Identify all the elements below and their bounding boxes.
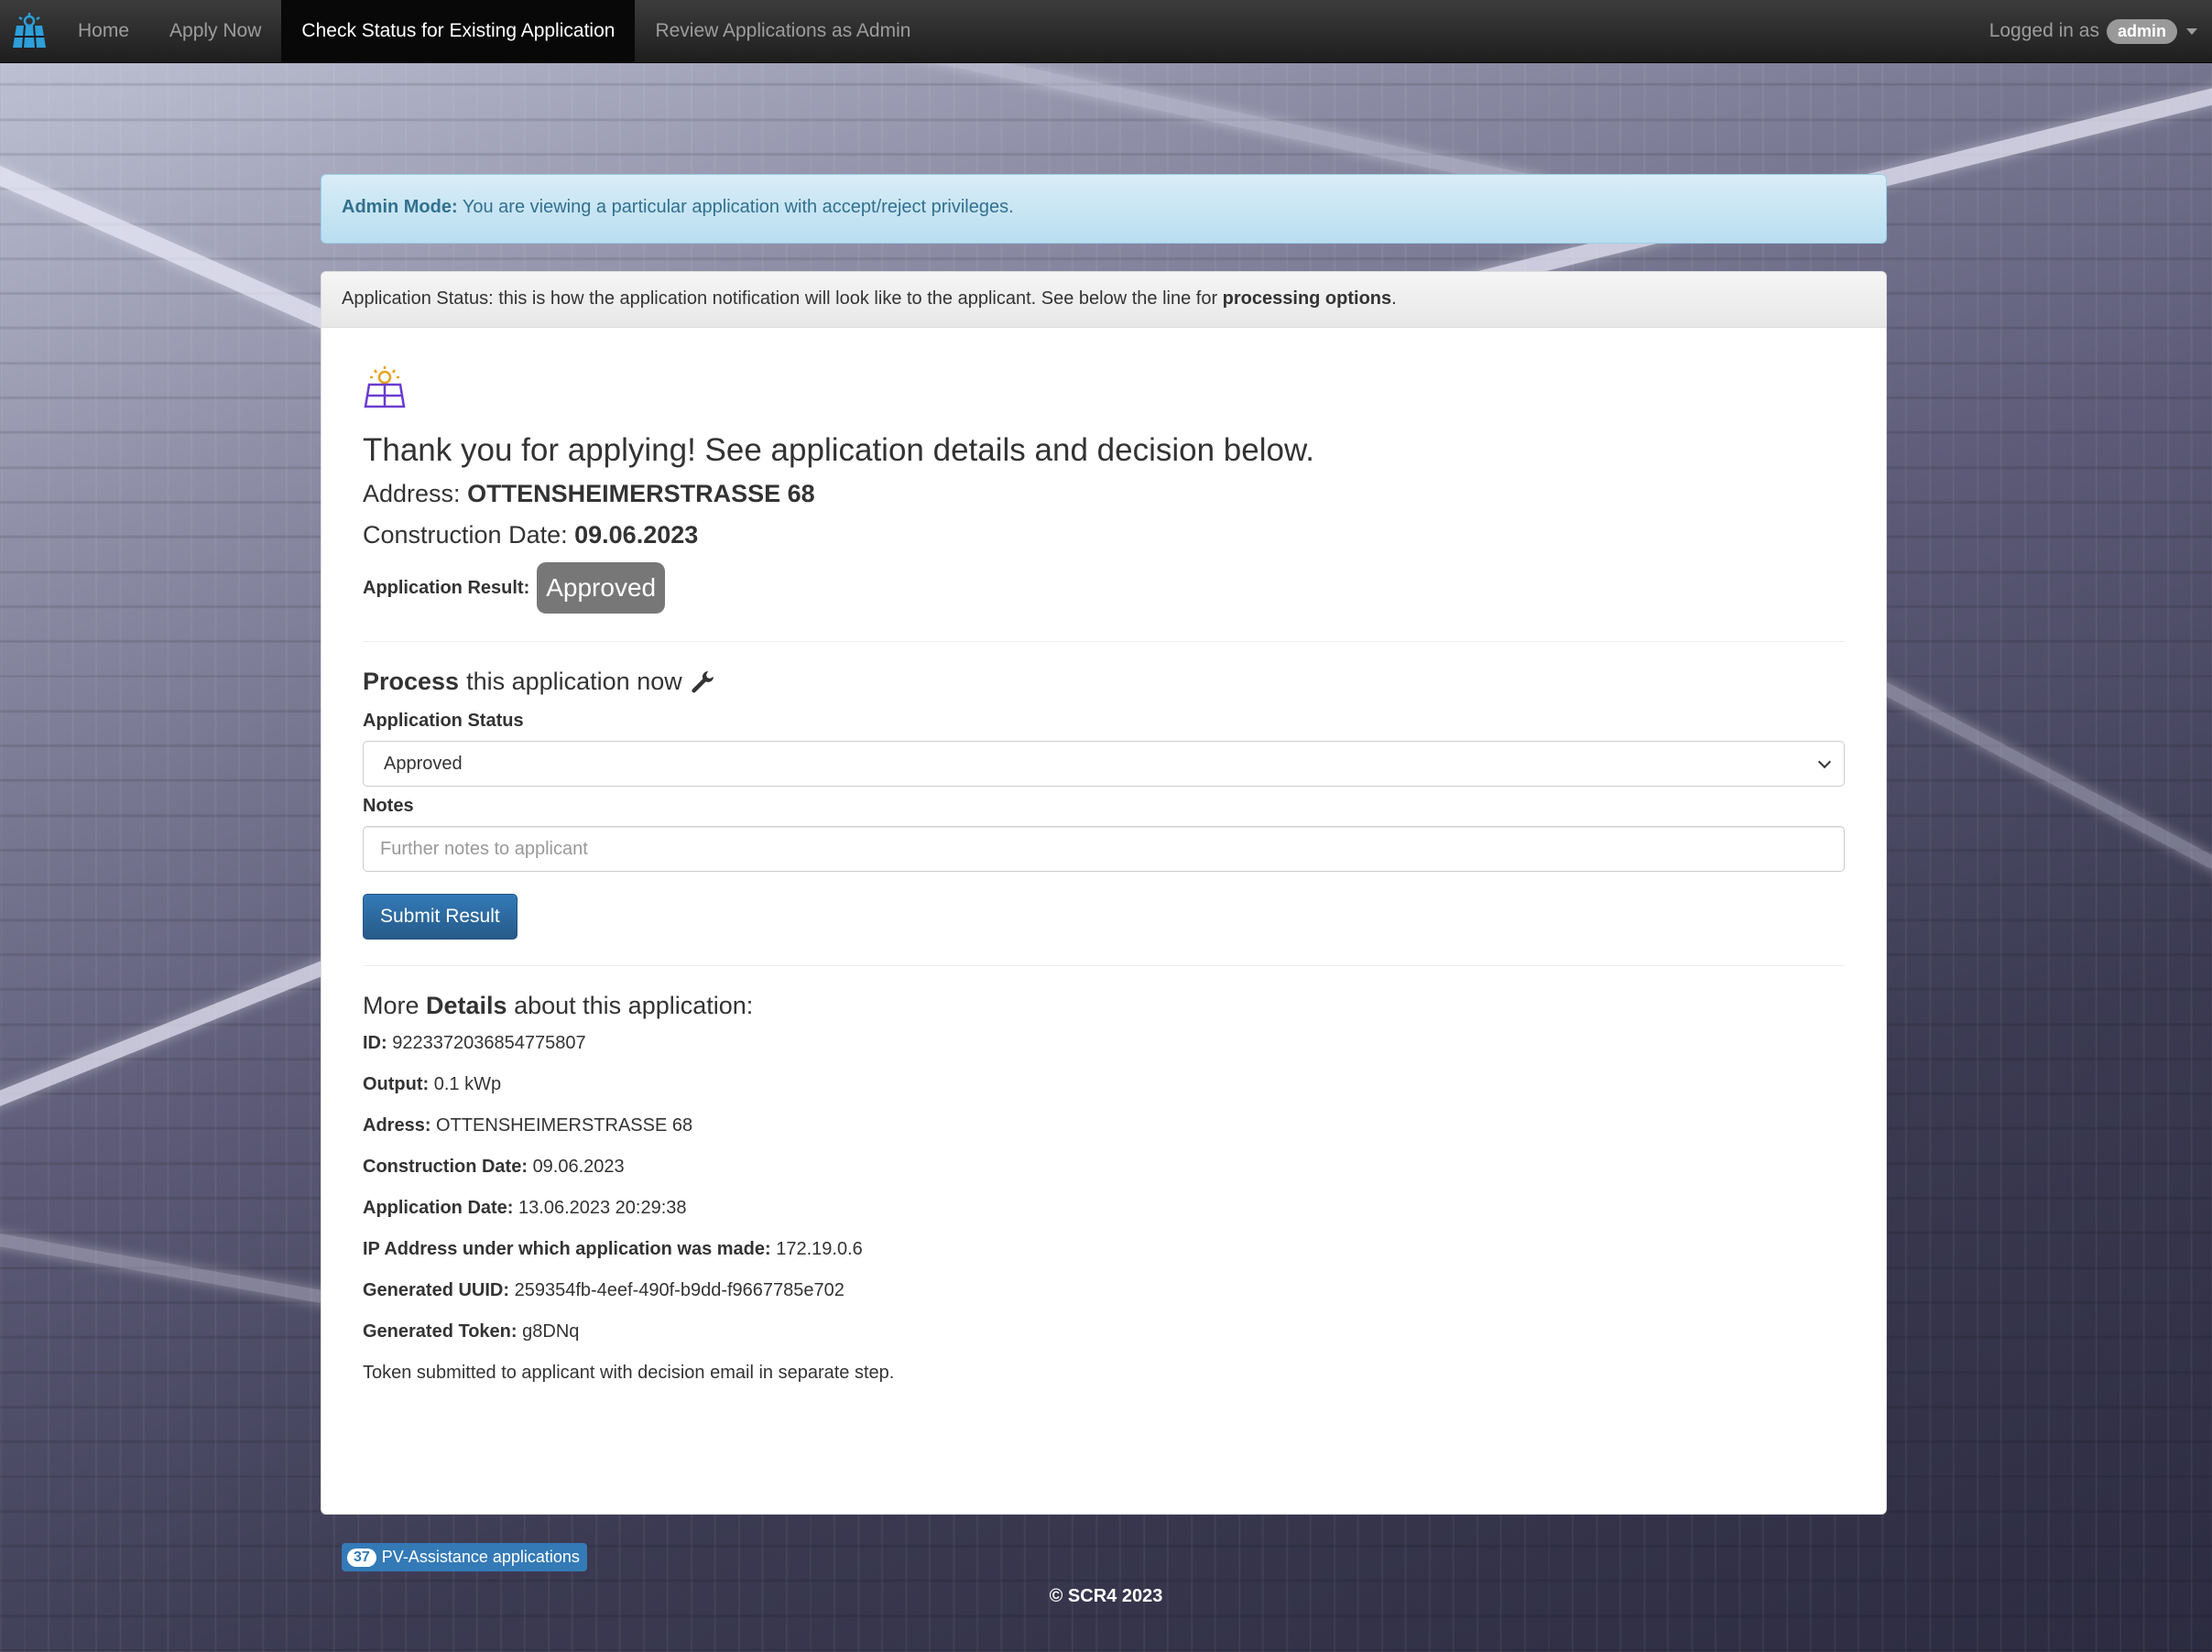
detail-row-token: Generated Token: g8DNq [363,1321,1845,1342]
process-title-rest: this application now [466,668,682,695]
divider [363,965,1845,966]
detail-row-uuid: Generated UUID: 259354fb-4eef-490f-b9dd-… [363,1280,1845,1301]
alert-strong: Admin Mode: [342,197,458,217]
submit-result-button[interactable]: Submit Result [363,894,518,940]
detail-row-application-date: Application Date: 13.06.2023 20:29:38 [363,1198,1845,1219]
detail-value: OTTENSHEIMERSTRASSE 68 [436,1115,693,1136]
nav-check-status[interactable]: Check Status for Existing Application [281,0,636,62]
details-title-bold: Details [426,992,507,1019]
detail-label: Application Date: [363,1198,514,1218]
detail-value: 09.06.2023 [532,1157,625,1177]
notes-label: Notes [363,796,414,816]
solar-panel-sun-icon [364,366,406,408]
process-title: Process this application now [363,668,1845,696]
user-menu[interactable]: Logged in as admin [1989,0,2212,62]
construction-label: Construction Date: [363,521,568,549]
detail-value: 259354fb-4eef-490f-b9dd-f9667785e702 [514,1280,844,1300]
alert-text: You are viewing a particular application… [462,197,1014,217]
panel-heading-bold: processing options [1222,288,1392,309]
chevron-down-icon [2186,27,2197,35]
panel-heading-text: Application Status: this is how the appl… [342,288,1218,309]
result-label: Application Result: [363,577,530,598]
construction-value: 09.06.2023 [574,521,699,549]
application-panel: Application Status: this is how the appl… [321,271,1887,1515]
detail-value: 0.1 kWp [433,1074,502,1094]
nav-review-admin[interactable]: Review Applications as Admin [635,0,931,62]
nav-apply-now[interactable]: Apply Now [149,0,281,62]
panel-heading-end: . [1391,288,1397,309]
token-note: Token submitted to applicant with decisi… [363,1363,895,1383]
application-status-label: Application Status [363,711,524,731]
address-line: Address: OTTENSHEIMERSTRASSE 68 [363,480,1845,508]
notes-input[interactable] [363,826,1845,872]
admin-mode-alert: Admin Mode: You are viewing a particular… [321,174,1887,244]
application-status-selected: Approved [384,753,463,774]
application-status-select[interactable]: Approved [363,741,1845,787]
detail-label: Construction Date: [363,1157,528,1177]
detail-value: g8DNq [522,1321,580,1342]
process-title-bold: Process [363,668,460,695]
details-title-post: about this application: [514,992,754,1019]
detail-label: ID: [363,1033,387,1053]
detail-label: Adress: [363,1115,431,1136]
wrench-icon [692,670,714,692]
detail-row-ip-address: IP Address under which application was m… [363,1239,1845,1260]
thanks-heading: Thank you for applying! See application … [363,432,1315,468]
nav-home[interactable]: Home [58,0,149,62]
details-title: More Details about this application: [363,992,1845,1020]
detail-value: 13.06.2023 20:29:38 [518,1198,687,1218]
copyright: © SCR4 2023 [1049,1586,1163,1606]
application-result-row: Application Result: Approved [363,562,1845,614]
panel-body: Thank you for applying! See application … [321,328,1886,1440]
applications-count-badge[interactable]: 37 PV-Assistance applications [342,1543,587,1571]
solar-panel-icon [12,13,46,49]
detail-row-construction-date: Construction Date: 09.06.2023 [363,1157,1845,1178]
detail-label: Generated Token: [363,1321,518,1342]
detail-value: 172.19.0.6 [776,1239,863,1259]
result-badge: Approved [537,562,666,614]
address-value: OTTENSHEIMERSTRASSE 68 [467,480,815,507]
detail-label: Output: [363,1074,430,1094]
logged-in-label: Logged in as [1989,20,2099,41]
detail-row-id: ID: 9223372036854775807 [363,1033,1845,1054]
address-label: Address: [363,480,461,507]
applications-count: 37 [347,1548,376,1567]
detail-label: IP Address under which application was m… [363,1239,771,1259]
username-badge: admin [2106,18,2177,44]
applications-count-label: PV-Assistance applications [381,1548,580,1566]
construction-date-line: Construction Date: 09.06.2023 [363,521,1845,549]
chevron-down-icon [1817,755,1832,769]
panel-heading: Application Status: this is how the appl… [321,272,1886,328]
detail-label: Generated UUID: [363,1280,510,1300]
divider [363,641,1845,642]
detail-value: 9223372036854775807 [392,1033,586,1053]
brand-logo[interactable] [0,0,58,62]
top-navbar: Home Apply Now Check Status for Existing… [0,0,2212,63]
details-title-pre: More [363,992,420,1019]
detail-row-output: Output: 0.1 kWp [363,1074,1845,1095]
detail-row-address: Adress: OTTENSHEIMERSTRASSE 68 [363,1115,1845,1136]
